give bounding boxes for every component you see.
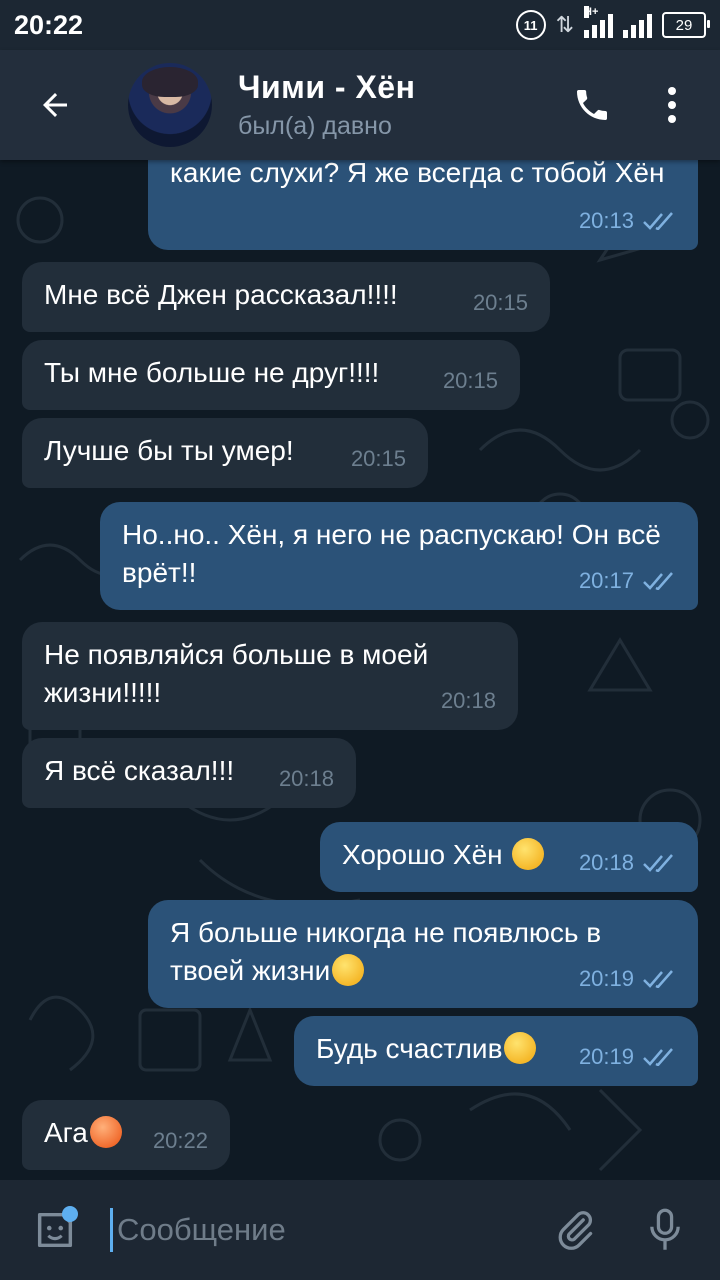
message-meta: 20:18 (579, 844, 676, 882)
message-meta: 20:19 (579, 960, 676, 998)
message-text: какие слухи? Я же всегда с тобой Хён (170, 160, 665, 188)
angry-face-icon (89, 1116, 122, 1148)
back-button[interactable] (0, 50, 110, 160)
message-text: Мне всё Джен рассказал!!!! (44, 279, 398, 310)
battery-icon: 29 (662, 12, 710, 38)
text-caret (110, 1208, 113, 1252)
signal-icon-2 (623, 12, 652, 38)
message-text-content: Ага (44, 1117, 88, 1148)
message-time: 20:22 (152, 1128, 208, 1153)
phone-icon (577, 90, 607, 120)
smiling-face-icon (504, 1032, 537, 1064)
message-time: 20:19 (578, 966, 634, 991)
network-badge-icon: 11 (515, 10, 546, 40)
signal-type-label: H+ (584, 6, 599, 18)
message-bubble-incoming[interactable]: Я всё сказал!!! 20:18 (22, 738, 356, 808)
attach-button[interactable] (530, 1180, 620, 1280)
message-composer (0, 1180, 720, 1280)
message-time: 20:13 (578, 208, 634, 233)
status-icons: 11 ⇅ H+ 29 (515, 6, 710, 40)
message-bubble-outgoing[interactable]: Я больше никогда не появлюсь в твоей жиз… (148, 900, 698, 1008)
double-check-icon (643, 1048, 673, 1066)
message-bubble-incoming[interactable]: Ты мне больше не друг!!!! 20:15 (22, 340, 520, 410)
disappointed-face-icon (332, 954, 365, 986)
message-meta: 20:17 (579, 562, 676, 600)
status-bar: 20:22 11 ⇅ H+ 29 (0, 0, 720, 50)
message-bubble-outgoing[interactable]: какие слухи? Я же всегда с тобой Хён 20:… (148, 160, 698, 250)
double-check-icon (643, 970, 673, 988)
status-time: 20:22 (14, 9, 84, 40)
chat-status: был(а) давно (238, 112, 392, 140)
message-text-content: Хорошо Хён (342, 839, 503, 870)
message-text-content: Я больше никогда не появлюсь в твоей жиз… (170, 917, 602, 986)
chat-title: Чими - Хён (238, 69, 416, 105)
message-text: Не появляйся больше в моей жизни!!!!! (44, 639, 429, 708)
message-text-content: Будь счастлив (316, 1033, 503, 1064)
more-vertical-icon (668, 87, 676, 123)
message-time: 20:17 (578, 568, 634, 593)
message-time: 20:15 (442, 368, 498, 393)
message-time: 20:18 (440, 688, 496, 713)
message-time: 20:15 (472, 290, 528, 315)
message-meta: 20:13 (579, 202, 676, 240)
message-time: 20:18 (578, 850, 634, 875)
message-bubble-outgoing[interactable]: Но..но.. Хён, я него не распускаю! Он вс… (100, 502, 698, 610)
message-input-wrap (110, 1200, 530, 1260)
message-time: 20:18 (278, 766, 334, 791)
microphone-icon (650, 1208, 680, 1250)
sticker-button[interactable] (0, 1180, 110, 1280)
double-check-icon (643, 212, 673, 230)
message-text: Ты мне больше не друг!!!! (44, 357, 380, 388)
arrow-left-icon (43, 93, 67, 117)
message-bubble-outgoing[interactable]: Будь счастлив 20:19 (294, 1016, 698, 1086)
chat-title-block[interactable]: Чими - Хён был(а) давно (238, 69, 552, 141)
message-time: 20:15 (350, 446, 406, 471)
message-bubble-incoming[interactable]: Ага 20:22 (22, 1100, 230, 1170)
message-list[interactable]: какие слухи? Я же всегда с тобой Хён 20:… (0, 160, 720, 1180)
message-meta: 20:19 (579, 1038, 676, 1076)
data-arrows-icon: ⇅ (555, 12, 574, 37)
notification-dot (62, 1206, 78, 1222)
signal-icon: H+ (584, 6, 613, 38)
double-check-icon (643, 854, 673, 872)
message-bubble-outgoing[interactable]: Хорошо Хён 20:18 (320, 822, 698, 892)
message-input[interactable] (115, 1211, 519, 1249)
paperclip-icon (558, 1211, 593, 1250)
message-bubble-incoming[interactable]: Мне всё Джен рассказал!!!! 20:15 (22, 262, 550, 332)
voice-button[interactable] (620, 1180, 710, 1280)
call-button[interactable] (552, 50, 632, 160)
avatar[interactable] (128, 63, 212, 147)
message-bubble-incoming[interactable]: Лучше бы ты умер! 20:15 (22, 418, 428, 488)
more-button[interactable] (632, 50, 712, 160)
message-time: 20:19 (578, 1044, 634, 1069)
pensive-face-icon (512, 838, 545, 870)
chat-header: Чими - Хён был(а) давно (0, 50, 720, 160)
double-check-icon (643, 572, 673, 590)
message-bubble-incoming[interactable]: Не появляйся больше в моей жизни!!!!! 20… (22, 622, 518, 730)
